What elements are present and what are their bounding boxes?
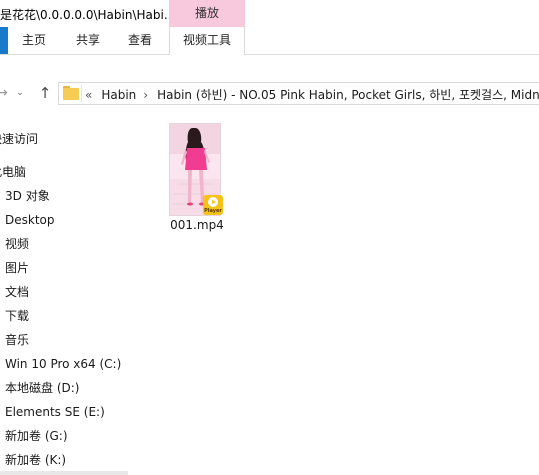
context-group-play: 播放 (169, 0, 245, 27)
sidebar-item-desktop[interactable]: Desktop (5, 209, 55, 231)
sidebar-item-3d-objects[interactable]: 3D 对象 (5, 185, 50, 207)
tab-video-tools[interactable]: 视频工具 (169, 27, 245, 55)
sidebar-item-music[interactable]: 音乐 (5, 329, 29, 351)
title-bar: 是花花\0.0.0.0.0\Habin\Habi... 播放 (0, 0, 539, 27)
sidebar-item-downloads[interactable]: 下载 (5, 305, 29, 327)
tab-view[interactable]: 查看 (120, 27, 160, 54)
sidebar-item-drive-e[interactable]: Elements SE (E:) (5, 401, 105, 423)
forward-arrow-icon[interactable]: → (0, 84, 10, 102)
sidebar-item-drive-c[interactable]: Win 10 Pro x64 (C:) (5, 353, 121, 375)
sidebar-item-this-pc[interactable]: 此电脑 (0, 161, 26, 183)
player-badge-label: Player (204, 208, 222, 214)
breadcrumb-chevron-icon[interactable]: › (143, 88, 148, 102)
address-bar[interactable]: « Habin › Habin (하빈) - NO.05 Pink Habin, Po… (58, 82, 539, 105)
breadcrumb-current-folder[interactable]: Habin (하빈) - NO.05 Pink Habin, Pocket Gi… (157, 88, 539, 102)
sidebar-item-documents[interactable]: 文档 (5, 281, 29, 303)
sidebar-item-drive-k[interactable]: 新加卷 (K:) (5, 449, 66, 471)
sidebar-item-drive-g[interactable]: 新加卷 (G:) (5, 425, 68, 447)
navigation-pane: 快速访问 此电脑 3D 对象 Desktop 视频 图片 文档 下载 音乐 Wi… (0, 124, 128, 475)
window-title: 是花花\0.0.0.0.0\Habin\Habi... (0, 8, 176, 22)
up-arrow-icon[interactable]: ↑ (37, 84, 53, 102)
breadcrumb-habin[interactable]: Habin (101, 88, 136, 102)
tab-share[interactable]: 共享 (68, 27, 108, 54)
sidebar-item-pictures[interactable]: 图片 (5, 257, 29, 279)
navigation-pane-scrollbar[interactable] (0, 471, 128, 475)
recent-locations-chevron-down-icon[interactable]: ⌄ (12, 84, 28, 102)
folder-icon (63, 86, 79, 101)
player-badge-icon: Player (203, 195, 223, 215)
file-name[interactable]: 001.mp4 (162, 218, 232, 232)
breadcrumb: « Habin › Habin (하빈) - NO.05 Pink Habin, Po… (85, 86, 539, 103)
tab-home[interactable]: 主页 (14, 27, 54, 54)
navigation-row: → ⌄ ↑ « Habin › Habin (하빈) - NO.05 Pink Hab… (0, 76, 539, 110)
file-tab[interactable] (0, 27, 8, 54)
sidebar-item-videos[interactable]: 视频 (5, 233, 29, 255)
sidebar-item-quick-access[interactable]: 快速访问 (0, 128, 38, 150)
address-divider (81, 85, 82, 102)
sidebar-item-drive-d[interactable]: 本地磁盘 (D:) (5, 377, 79, 399)
ribbon-tabs: 主页 共享 查看 视频工具 (0, 27, 539, 55)
breadcrumb-overflow[interactable]: « (85, 88, 92, 102)
